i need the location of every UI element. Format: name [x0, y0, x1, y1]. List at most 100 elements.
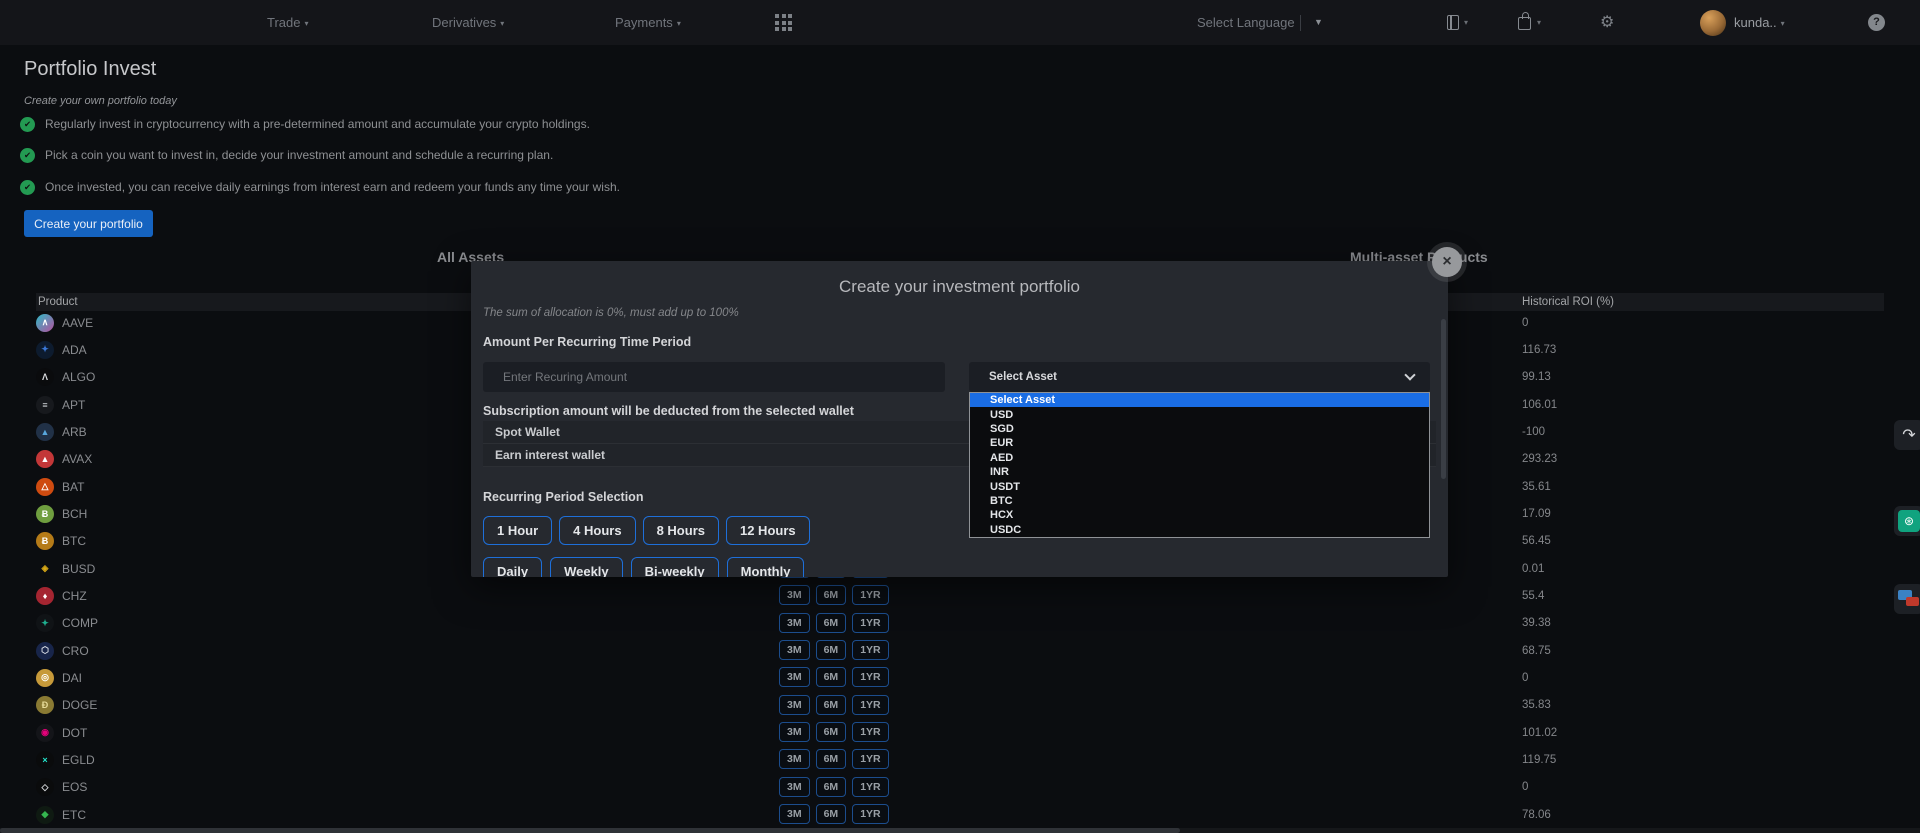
roi-period-3m-button[interactable]: 3M	[779, 640, 810, 660]
modal-scrollbar[interactable]	[1441, 319, 1446, 479]
roi-period-3m-button[interactable]: 3M	[779, 749, 810, 769]
asset-select[interactable]: Select Asset	[969, 362, 1430, 392]
roi-period-1yr-button[interactable]: 1YR	[852, 777, 888, 797]
period-monthly-button[interactable]: Monthly	[727, 557, 805, 577]
wallet-icon[interactable]	[1518, 17, 1531, 30]
assistant-extension-button[interactable]: ⊛	[1894, 506, 1920, 536]
period-1-hour-button[interactable]: 1 Hour	[483, 516, 552, 545]
roi-period-buttons: 3M 6M1YR	[779, 613, 889, 633]
period-12-hours-button[interactable]: 12 Hours	[726, 516, 810, 545]
chevron-down-icon: ▾	[1537, 0, 1541, 45]
asset-option-select-asset[interactable]: Select Asset	[970, 393, 1429, 407]
language-selector[interactable]: Select Language	[1197, 0, 1295, 45]
coin-symbol: BTC	[62, 534, 86, 548]
table-row: ⬡CRO3M6M1YR68.75	[36, 637, 1884, 664]
recurring-amount-input[interactable]	[483, 362, 945, 392]
roi-period-1yr-button[interactable]: 1YR	[852, 749, 888, 769]
period-bi-weekly-button[interactable]: Bi-weekly	[631, 557, 719, 577]
period-row-days: Daily Weekly Bi-weekly Monthly	[483, 557, 804, 577]
asset-option-usdc[interactable]: USDC	[970, 523, 1429, 537]
chat-extension-button[interactable]	[1894, 584, 1920, 614]
roi-value: 293.23	[1522, 453, 1557, 465]
period-daily-button[interactable]: Daily	[483, 557, 542, 577]
etc-coin-icon: ◆	[36, 806, 54, 824]
roi-period-1yr-button[interactable]: 1YR	[852, 667, 888, 687]
roi-period-1yr-button[interactable]: 1YR	[852, 640, 888, 660]
asset-option-eur[interactable]: EUR	[970, 436, 1429, 450]
roi-period-6m-button[interactable]: 6M	[816, 722, 847, 742]
nav-menu-payments[interactable]: Payments▾	[615, 0, 681, 45]
orders-icon[interactable]	[1447, 15, 1459, 30]
nav-menu-derivatives[interactable]: Derivatives▾	[432, 0, 504, 45]
roi-period-6m-button[interactable]: 6M	[816, 640, 847, 660]
period-weekly-button[interactable]: Weekly	[550, 557, 623, 577]
nav-menu-trade[interactable]: Trade▾	[267, 0, 309, 45]
share-extension-button[interactable]: ↷	[1894, 420, 1920, 450]
asset-option-usd[interactable]: USD	[970, 407, 1429, 421]
language-dropdown-icon[interactable]: ▼	[1314, 0, 1323, 45]
roi-period-1yr-button[interactable]: 1YR	[852, 585, 888, 605]
amount-label: Amount Per Recurring Time Period	[483, 335, 691, 349]
roi-period-1yr-button[interactable]: 1YR	[852, 722, 888, 742]
coin-symbol: BCH	[62, 507, 87, 521]
coin-symbol: BUSD	[62, 562, 95, 576]
modal-close-button[interactable]: ×	[1432, 247, 1462, 277]
roi-period-3m-button[interactable]: 3M	[779, 695, 810, 715]
roi-period-6m-button[interactable]: 6M	[816, 749, 847, 769]
roi-period-6m-button[interactable]: 6M	[816, 613, 847, 633]
doge-coin-icon: Ð	[36, 696, 54, 714]
chevron-down-icon: ▾	[500, 19, 504, 28]
roi-period-3m-button[interactable]: 3M	[779, 585, 810, 605]
check-icon: ✔	[20, 148, 35, 163]
apps-grid-icon[interactable]	[775, 14, 793, 32]
page-title: Portfolio Invest	[24, 58, 156, 81]
username-menu[interactable]: kunda..▾	[1734, 0, 1785, 46]
feature-bullet: ✔ Pick a coin you want to invest in, dec…	[20, 147, 553, 163]
roi-value: 0	[1522, 781, 1528, 793]
roi-period-buttons: 3M 6M1YR	[779, 777, 889, 797]
roi-period-6m-button[interactable]: 6M	[816, 804, 847, 824]
roi-period-1yr-button[interactable]: 1YR	[852, 613, 888, 633]
asset-option-btc[interactable]: BTC	[970, 494, 1429, 508]
roi-period-1yr-button[interactable]: 1YR	[852, 695, 888, 715]
coin-symbol: COMP	[62, 616, 98, 630]
asset-option-inr[interactable]: INR	[970, 465, 1429, 479]
asset-option-sgd[interactable]: SGD	[970, 422, 1429, 436]
help-icon[interactable]: ?	[1868, 14, 1885, 31]
settings-gear-icon[interactable]: ⚙	[1600, 0, 1614, 45]
roi-value: 68.75	[1522, 645, 1551, 657]
roi-value: 0.01	[1522, 563, 1544, 575]
roi-period-buttons: 3M 6M1YR	[779, 722, 889, 742]
ada-coin-icon: ✦	[36, 341, 54, 359]
arb-coin-icon: ▲	[36, 423, 54, 441]
roi-period-6m-button[interactable]: 6M	[816, 695, 847, 715]
period-8-hours-button[interactable]: 8 Hours	[643, 516, 719, 545]
asset-option-aed[interactable]: AED	[970, 451, 1429, 465]
roi-period-3m-button[interactable]: 3M	[779, 777, 810, 797]
horizontal-scrollbar-thumb[interactable]	[0, 828, 1180, 833]
user-avatar[interactable]	[1700, 10, 1726, 36]
algo-coin-icon: Λ	[36, 368, 54, 386]
coin-symbol: BAT	[62, 480, 84, 494]
table-row: ×EGLD3M6M1YR119.75	[36, 746, 1884, 773]
roi-period-1yr-button[interactable]: 1YR	[852, 804, 888, 824]
coin-symbol: ETC	[62, 808, 86, 822]
period-4-hours-button[interactable]: 4 Hours	[559, 516, 635, 545]
roi-period-3m-button[interactable]: 3M	[779, 722, 810, 742]
create-portfolio-button[interactable]: Create your portfolio	[24, 210, 153, 237]
period-label: Recurring Period Selection	[483, 490, 643, 504]
roi-period-3m-button[interactable]: 3M	[779, 667, 810, 687]
chz-coin-icon: ♦	[36, 587, 54, 605]
asset-option-hcx[interactable]: HCX	[970, 508, 1429, 522]
table-row: ♦CHZ3M6M1YR55.4	[36, 582, 1884, 609]
bch-coin-icon: Ƀ	[36, 505, 54, 523]
roi-period-6m-button[interactable]: 6M	[816, 667, 847, 687]
roi-period-6m-button[interactable]: 6M	[816, 777, 847, 797]
asset-option-usdt[interactable]: USDT	[970, 479, 1429, 493]
portfolio-invest-page: Trade▾ Derivatives▾ Payments▾ Select Lan…	[0, 0, 1920, 833]
comp-coin-icon: ✦	[36, 614, 54, 632]
roi-period-6m-button[interactable]: 6M	[816, 585, 847, 605]
roi-period-3m-button[interactable]: 3M	[779, 804, 810, 824]
roi-period-3m-button[interactable]: 3M	[779, 613, 810, 633]
coin-symbol: APT	[62, 398, 85, 412]
